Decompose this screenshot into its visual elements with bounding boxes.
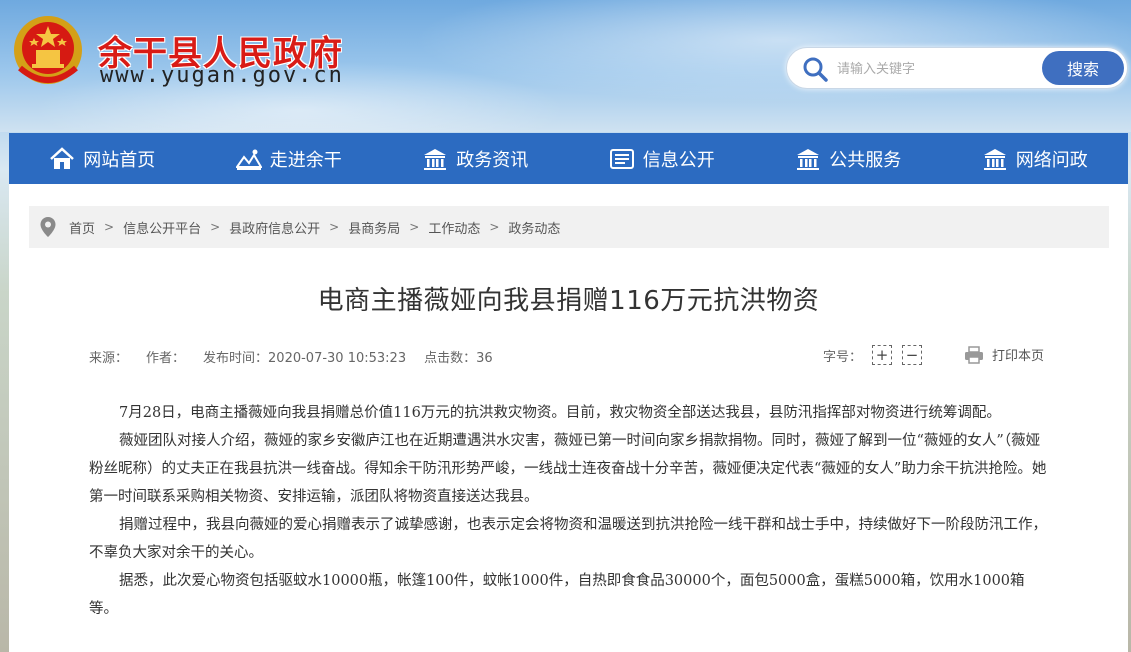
breadcrumb-separator: > <box>104 220 115 234</box>
article-paragraph: 据悉，此次爱心物资包括驱蚊水10000瓶，帐篷100件，蚊帐1000件，自热即食… <box>89 573 1025 617</box>
nav-item-news[interactable]: 政务资讯 <box>382 133 569 184</box>
breadcrumb-separator: > <box>489 220 500 234</box>
nav-item-label: 公共服务 <box>829 149 902 171</box>
nav-item-online-politics[interactable]: 网络问政 <box>942 133 1129 184</box>
nav-item-label: 网络问政 <box>1015 149 1088 171</box>
breadcrumb-separator: > <box>329 220 340 234</box>
nav-item-home[interactable]: 网站首页 <box>9 133 196 184</box>
main-nav: 网站首页 走进余干 政务资讯 信息公开 公共服务 网络问政 <box>9 133 1128 184</box>
nav-item-label: 走进余干 <box>269 149 342 171</box>
article-author: 作者： <box>146 351 186 366</box>
breadcrumb-separator: > <box>210 220 221 234</box>
nav-item-services[interactable]: 公共服务 <box>755 133 942 184</box>
home-icon <box>50 146 75 169</box>
article-title: 电商主播薇娅向我县捐赠116万元抗洪物资 <box>317 286 820 316</box>
article-paragraph: 捐赠过程中，我县向薇娅的爱心捐赠表示了诚挚感谢，也表示定会将物资和温暖送到抗洪抢… <box>89 517 1047 561</box>
article-paragraph: 7月28日，电商主播薇娅向我县捐赠总价值116万元的抗洪救灾物资。目前，救灾物资… <box>119 405 1001 421</box>
building-icon <box>983 148 1006 170</box>
breadcrumb-link-disclosure-platform[interactable]: 信息公开平台 <box>123 218 201 237</box>
article-publish-time: 发布时间：2020-07-30 10:53:23 <box>203 351 407 366</box>
content-panel: 首页 > 信息公开平台 > 县政府信息公开 > 县商务局 > 工作动态 > 政务… <box>9 184 1128 652</box>
building-icon <box>424 148 447 170</box>
landscape-icon <box>235 149 262 170</box>
breadcrumb: 首页 > 信息公开平台 > 县政府信息公开 > 县商务局 > 工作动态 > 政务… <box>29 206 1109 248</box>
site-header: 余干县人民政府 www.yugan.gov.cn 搜索 <box>0 0 1131 132</box>
article-clicks: 点击数：36 <box>424 351 493 366</box>
nav-item-disclosure[interactable]: 信息公开 <box>569 133 756 184</box>
breadcrumb-link-county-disclosure[interactable]: 县政府信息公开 <box>229 218 320 237</box>
font-size-control: 字号： + − <box>823 345 923 365</box>
search-icon <box>803 57 828 82</box>
font-increase-button[interactable]: + <box>872 345 893 365</box>
document-icon <box>609 148 634 169</box>
breadcrumb-link-gov-news[interactable]: 政务动态 <box>508 218 560 237</box>
breadcrumb-link-commerce-bureau[interactable]: 县商务局 <box>348 218 400 237</box>
breadcrumb-link-work-news[interactable]: 工作动态 <box>428 218 480 237</box>
print-button[interactable]: 打印本页 <box>964 345 1044 364</box>
print-label: 打印本页 <box>992 349 1045 364</box>
site-domain: www.yugan.gov.cn <box>100 63 344 88</box>
national-emblem-icon <box>14 16 82 84</box>
search-box: 搜索 <box>786 47 1128 89</box>
breadcrumb-link-home[interactable]: 首页 <box>69 218 95 237</box>
printer-icon <box>965 345 983 364</box>
search-button[interactable]: 搜索 <box>1042 51 1124 85</box>
nav-item-label: 网站首页 <box>83 149 156 171</box>
location-pin-icon <box>40 217 56 237</box>
article-meta: 来源： 作者： 发布时间：2020-07-30 10:53:23 点击数：36 <box>89 347 493 366</box>
article-body: 7月28日，电商主播薇娅向我县捐赠总价值116万元的抗洪救灾物资。目前，救灾物资… <box>89 399 1049 623</box>
search-input[interactable] <box>837 58 1037 80</box>
font-size-label: 字号： <box>823 349 863 365</box>
nav-item-label: 信息公开 <box>642 149 715 171</box>
nav-item-about[interactable]: 走进余干 <box>196 133 383 184</box>
breadcrumb-separator: > <box>409 220 420 234</box>
nav-item-label: 政务资讯 <box>456 149 529 171</box>
article-paragraph: 薇娅团队对接人介绍，薇娅的家乡安徽庐江也在近期遭遇洪水灾害，薇娅已第一时间向家乡… <box>89 433 1047 505</box>
font-decrease-button[interactable]: − <box>902 345 923 365</box>
building-icon <box>797 148 820 170</box>
article-source: 来源： <box>89 351 129 366</box>
